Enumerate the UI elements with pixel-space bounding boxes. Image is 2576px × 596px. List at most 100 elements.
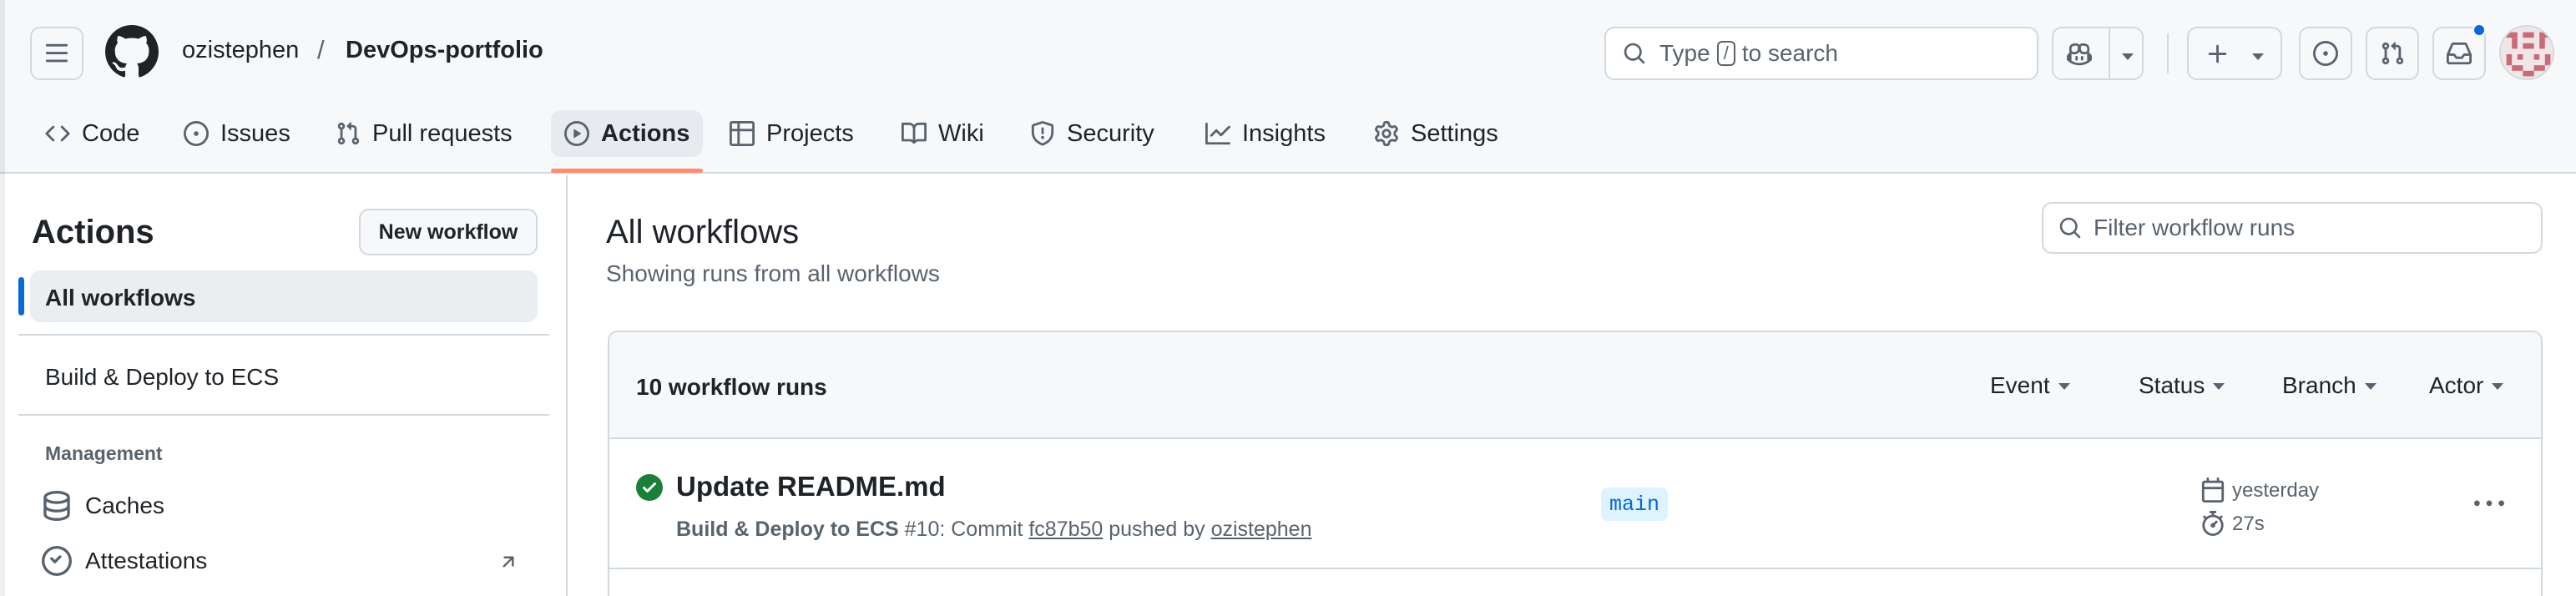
tab-insights[interactable]: Insights	[1192, 110, 1339, 157]
run-number: #10	[904, 518, 940, 541]
search-icon	[1624, 43, 1645, 64]
sidebar-divider	[18, 334, 549, 336]
active-item-indicator	[18, 277, 24, 316]
copilot-icon	[2067, 43, 2092, 66]
branch-badge[interactable]: main	[1601, 487, 1669, 521]
new-workflow-button[interactable]: New workflow	[359, 209, 538, 255]
run-meta: Build & Deploy to ECS #10: Commit fc87b5…	[676, 518, 1312, 542]
search-prefix: Type	[1659, 40, 1710, 66]
run-options-button[interactable]	[2469, 489, 2509, 519]
check-circle-fill-icon	[636, 474, 663, 501]
run-duration: 27s	[2232, 513, 2265, 535]
active-tab-underline	[551, 169, 703, 173]
book-icon	[902, 122, 927, 144]
kebab-horizontal-icon	[2474, 500, 2504, 507]
menu-button[interactable]	[30, 27, 83, 80]
issue-opened-icon	[2313, 41, 2338, 66]
tab-label: Insights	[1242, 119, 1326, 147]
page-subtitle: Showing runs from all workflows	[606, 260, 940, 286]
header-divider	[2167, 33, 2169, 73]
tab-code[interactable]: Code	[32, 110, 153, 157]
github-logo-icon[interactable]	[105, 25, 159, 78]
create-new-button[interactable]	[2187, 27, 2282, 80]
run-pushed-by: pushed by	[1109, 518, 1205, 541]
run-commit-prefix: : Commit	[939, 518, 1023, 541]
search-icon	[2059, 217, 2081, 239]
tab-label: Wiki	[938, 119, 984, 147]
avatar[interactable]	[2499, 25, 2554, 80]
graph-icon	[1205, 122, 1230, 145]
chevron-down-icon	[2213, 383, 2225, 390]
tab-projects[interactable]: Projects	[716, 110, 867, 157]
tab-security[interactable]: Security	[1017, 110, 1168, 157]
git-pull-request-icon	[337, 122, 360, 145]
shield-icon	[1031, 121, 1054, 146]
tab-label: Pull requests	[372, 119, 513, 147]
event-filter-dropdown[interactable]: Event	[1990, 372, 2070, 399]
issue-opened-icon	[184, 121, 209, 146]
search-shortcut-key: /	[1716, 41, 1735, 66]
run-date: yesterday	[2232, 479, 2320, 502]
stopwatch-icon	[2202, 511, 2224, 536]
run-commit-link[interactable]: fc87b50	[1028, 518, 1103, 541]
window-edge	[0, 0, 5, 596]
run-title-link[interactable]: Update README.md	[676, 471, 946, 503]
run-actor-link[interactable]: ozistephen	[1211, 518, 1312, 541]
chevron-down-icon	[2364, 383, 2376, 390]
arrow-up-right-icon	[503, 556, 514, 568]
tab-issues[interactable]: Issues	[170, 110, 304, 157]
actor-filter-dropdown[interactable]: Actor	[2429, 372, 2504, 399]
sidebar-item-caches[interactable]: Caches	[85, 492, 164, 519]
code-icon	[45, 125, 70, 142]
sidebar-item-label: All workflows	[45, 285, 196, 311]
your-issues-button[interactable]	[2299, 27, 2352, 80]
tab-actions[interactable]: Actions	[551, 110, 704, 157]
notification-indicator	[2472, 23, 2486, 37]
tab-settings[interactable]: Settings	[1361, 110, 1512, 157]
chevron-down-icon[interactable]	[2122, 53, 2134, 60]
page-title: All workflows	[606, 214, 800, 250]
filter-label: Status	[2139, 372, 2205, 398]
menu-icon	[45, 43, 68, 63]
filter-label: Branch	[2282, 372, 2356, 398]
table-icon	[730, 121, 755, 146]
filter-label: Event	[1990, 372, 2050, 398]
breadcrumb-owner[interactable]: ozistephen	[182, 37, 299, 64]
sidebar-title: Actions	[32, 214, 154, 250]
copilot-button[interactable]	[2052, 27, 2144, 80]
sidebar-divider	[18, 414, 549, 416]
tab-pull-requests[interactable]: Pull requests	[322, 110, 526, 157]
plus-icon	[2208, 44, 2227, 63]
git-pull-request-icon	[2382, 42, 2404, 65]
workflow-run-row[interactable]: Update README.md Build & Deploy to ECS #…	[609, 441, 2541, 569]
chevron-down-icon	[2252, 53, 2264, 60]
tab-wiki[interactable]: Wiki	[888, 110, 998, 157]
breadcrumb-separator: /	[317, 35, 325, 64]
tab-label: Security	[1067, 119, 1154, 147]
tab-label: Settings	[1411, 119, 1498, 147]
play-icon	[564, 121, 589, 146]
runs-count: 10 workflow runs	[636, 374, 827, 400]
tab-label: Actions	[601, 119, 690, 147]
status-filter-dropdown[interactable]: Status	[2139, 372, 2225, 399]
chevron-down-icon	[2058, 383, 2070, 390]
filter-workflow-runs-input[interactable]: Filter workflow runs	[2042, 202, 2543, 254]
search-suffix: to search	[1741, 40, 1838, 66]
database-icon	[43, 491, 70, 521]
sidebar-item-workflow[interactable]: Build & Deploy to ECS	[45, 364, 279, 391]
inbox-icon	[2447, 42, 2472, 65]
breadcrumb-repo[interactable]: DevOps-portfolio	[346, 37, 543, 64]
run-workflow-name: Build & Deploy to ECS	[676, 518, 899, 541]
chevron-down-icon	[2492, 383, 2504, 390]
check-circle-icon	[42, 546, 72, 576]
search-input[interactable]: Type / to search	[1604, 27, 2038, 80]
workflow-runs-list: 10 workflow runs Event Status Branch Act…	[608, 331, 2543, 596]
filter-placeholder: Filter workflow runs	[2094, 215, 2296, 240]
your-pull-requests-button[interactable]	[2366, 27, 2419, 80]
calendar-icon	[2201, 477, 2225, 503]
tab-label: Projects	[766, 119, 854, 147]
copilot-divider	[2109, 28, 2110, 78]
sidebar-item-attestations[interactable]: Attestations	[85, 548, 207, 574]
branch-filter-dropdown[interactable]: Branch	[2282, 372, 2376, 399]
filter-label: Actor	[2429, 372, 2484, 398]
